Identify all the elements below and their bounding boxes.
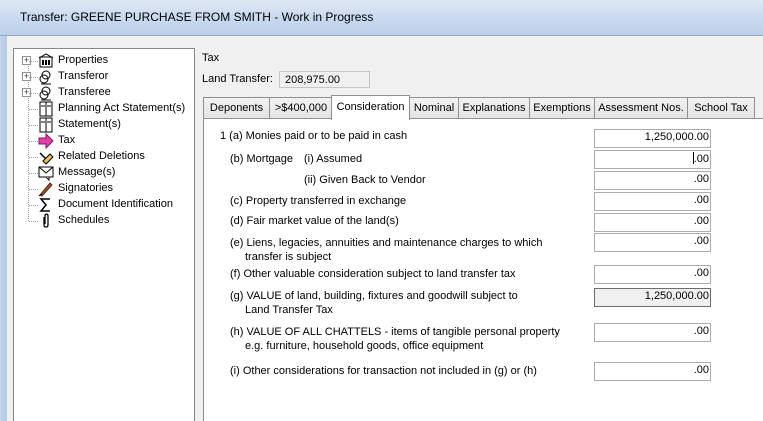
label-f: (f) Other valuable consideration subject… [230, 268, 516, 280]
consideration-panel: 1 (a) Monies paid or to be paid in cash … [203, 118, 763, 421]
label-b-ii: (ii) Given Back to Vendor [304, 174, 426, 186]
label-d: (d) Fair market value of the land(s) [230, 215, 399, 227]
field-fair-market-value[interactable]: .00 [594, 213, 711, 232]
tab-deponents[interactable]: Deponents [203, 97, 270, 119]
tree-item-label: Transferor [58, 70, 109, 82]
label-g-line1: (g) VALUE of land, building, fixtures an… [230, 290, 518, 302]
label-g-line2: Land Transfer Tax [245, 304, 333, 316]
label-e-line2: transfer is subject [245, 251, 332, 263]
tab-over-400000[interactable]: >$400,000 [269, 97, 333, 119]
field-mortgage-given-back[interactable]: .00 [594, 171, 711, 190]
field-other-valuable-consideration[interactable]: .00 [594, 265, 711, 284]
label-i: (i) Other considerations for transaction… [230, 365, 537, 377]
land-transfer-label: Land Transfer: [202, 73, 273, 85]
tree-item-label: Statement(s) [58, 118, 121, 130]
navigation-tree[interactable]: + Properties + Transferor + Transferee P… [13, 48, 195, 421]
tree-item-label: Tax [58, 134, 76, 146]
tab-consideration[interactable]: Consideration [331, 95, 410, 120]
label-a: 1 (a) Monies paid or to be paid in cash [220, 130, 408, 142]
tree-item-label: Properties [58, 54, 109, 66]
field-monies-paid-cash[interactable]: 1,250,000.00 [594, 129, 711, 148]
tree-item-label: Message(s) [58, 166, 116, 178]
book-icon [38, 101, 54, 117]
tab-nominal[interactable]: Nominal [409, 97, 459, 119]
section-title: Tax [202, 52, 220, 64]
tree-item-label: Schedules [58, 214, 110, 226]
tree-item-label: Related Deletions [58, 150, 145, 162]
pink-arrow-icon [38, 132, 54, 150]
window-frame-left [0, 36, 7, 421]
label-e-line1: (e) Liens, legacies, annuities and maint… [230, 237, 543, 249]
tab-exemptions[interactable]: Exemptions [529, 97, 595, 119]
field-value: .00 [693, 153, 709, 165]
window-titlebar[interactable]: Transfer: GREENE PURCHASE FROM SMITH - W… [0, 0, 763, 36]
tab-school-tax[interactable]: School Tax [687, 97, 755, 119]
tree-item-label: Planning Act Statement(s) [58, 102, 186, 114]
label-b-i: (i) Assumed [304, 153, 363, 165]
tab-explanations[interactable]: Explanations [458, 97, 530, 119]
tab-strip: Deponents >$400,000 Consideration Nomina… [203, 95, 763, 120]
sigma-icon [38, 197, 54, 213]
field-other-considerations[interactable]: .00 [594, 362, 711, 381]
people-icon [38, 85, 54, 101]
quill-icon [38, 181, 54, 197]
window-title: Transfer: GREENE PURCHASE FROM SMITH - W… [20, 10, 374, 24]
book-icon [38, 117, 54, 133]
tab-assessment-nos[interactable]: Assessment Nos. [594, 97, 688, 119]
label-h-line2: e.g. furniture, household goods, office … [245, 340, 484, 352]
tree-item-label: Transferee [58, 86, 111, 98]
field-value-land-building: 1,250,000.00 [594, 288, 711, 307]
field-value-chattels[interactable]: .00 [594, 323, 711, 342]
paperclip-icon [38, 213, 54, 229]
label-h-line1: (h) VALUE OF ALL CHATTELS - items of tan… [230, 326, 560, 338]
message-icon [38, 165, 54, 182]
field-liens-legacies[interactable]: .00 [594, 233, 711, 252]
label-c: (c) Property transferred in exchange [230, 195, 407, 207]
eraser-icon [38, 149, 54, 165]
field-property-exchange[interactable]: .00 [594, 192, 711, 211]
building-icon [38, 53, 54, 69]
land-transfer-value: 208,975.00 [279, 71, 370, 88]
tree-item-label: Signatories [58, 182, 114, 194]
tree-item-label: Document Identification [58, 198, 173, 210]
field-mortgage-assumed[interactable]: .00 [594, 150, 711, 169]
people-icon [38, 69, 54, 85]
label-b-mortgage: (b) Mortgage [230, 153, 293, 165]
